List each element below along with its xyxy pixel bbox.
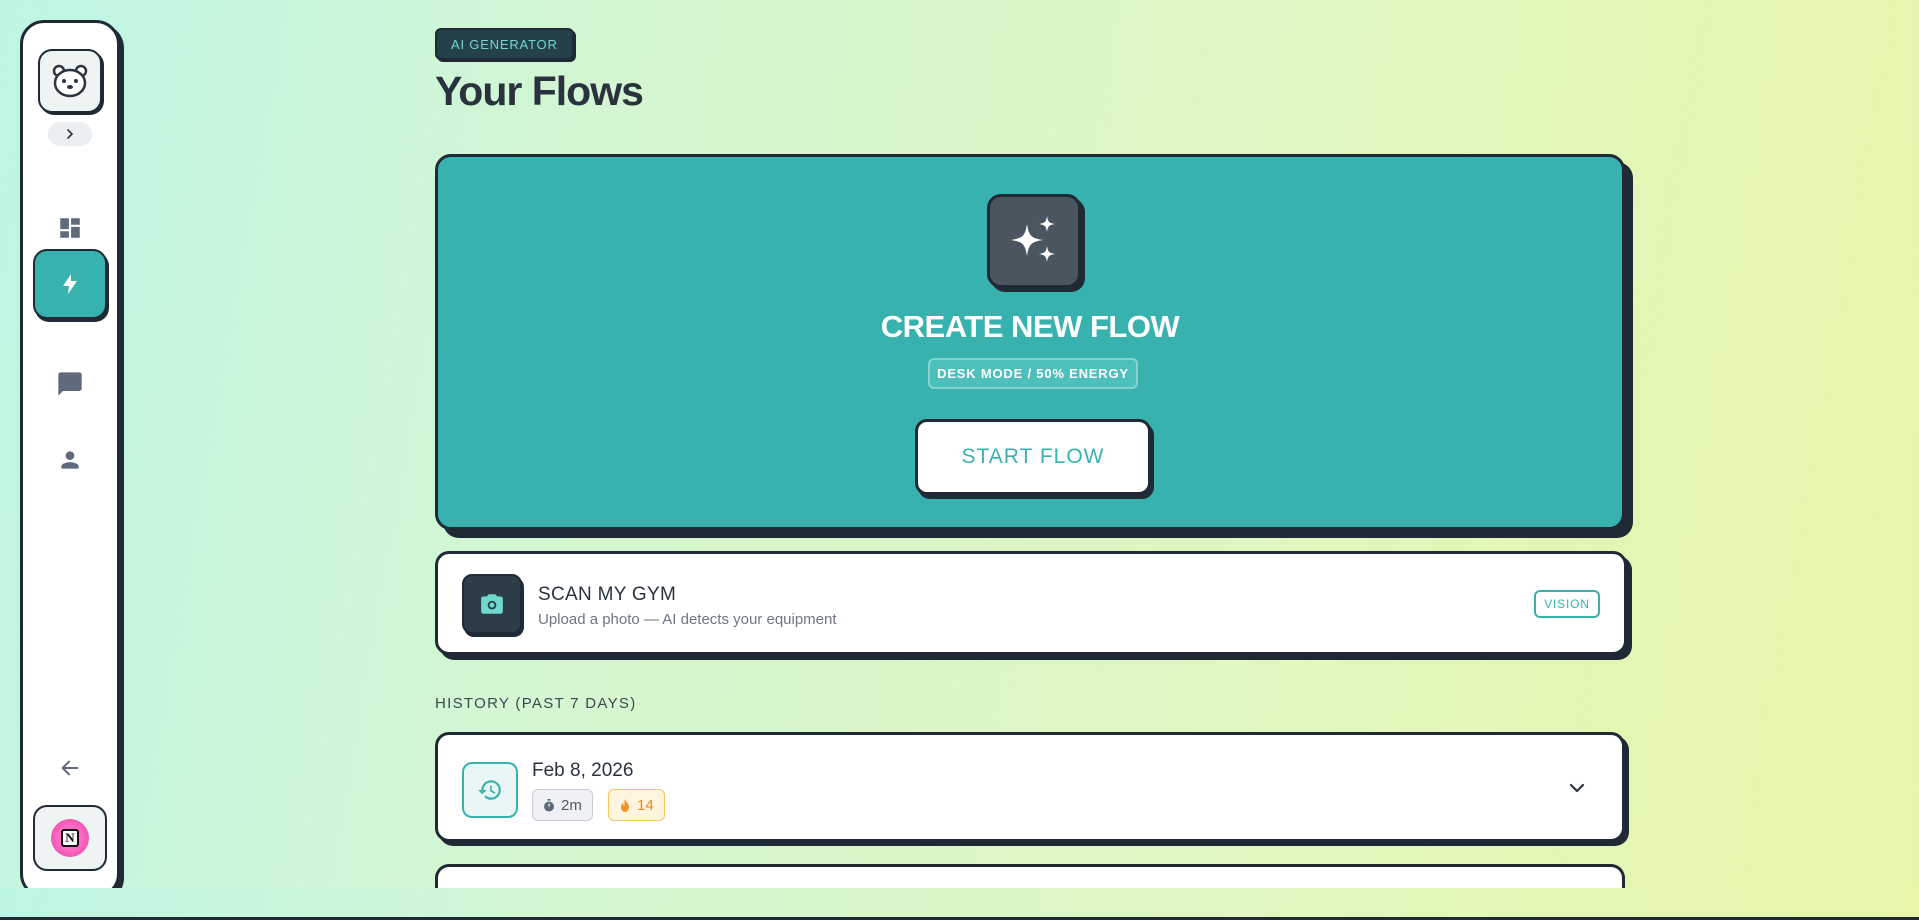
duration-value: 2m	[561, 796, 582, 814]
avatar-letter: N	[61, 829, 79, 847]
arrow-left-icon	[61, 760, 79, 776]
sidebar-expand-button[interactable]	[48, 122, 92, 146]
chevron-down-icon[interactable]	[1566, 777, 1588, 799]
duration-chip: 2m	[532, 789, 593, 821]
sparkles-icon	[1011, 216, 1055, 262]
hero-icon-box	[987, 194, 1081, 288]
chat-icon	[58, 372, 82, 396]
section-tag: AI GENERATOR	[435, 28, 574, 60]
lightning-icon	[63, 274, 77, 294]
scan-gym-subtitle: Upload a photo — AI detects your equipme…	[538, 611, 837, 628]
page-bottom-fade	[0, 888, 1919, 920]
person-icon	[61, 451, 79, 469]
start-flow-button[interactable]: START FLOW	[915, 419, 1151, 495]
stopwatch-icon	[544, 798, 554, 811]
sidebar-item-chat[interactable]	[33, 349, 107, 419]
dashboard-icon	[60, 218, 80, 238]
sidebar-item-profile[interactable]	[33, 425, 107, 495]
scan-icon-box	[462, 574, 522, 634]
collapse-back-button[interactable]	[53, 751, 87, 785]
create-flow-card: CREATE NEW FLOW DESK MODE / 50% ENERGY S…	[435, 154, 1625, 530]
camera-icon	[481, 594, 503, 614]
fire-icon	[621, 798, 629, 812]
user-avatar-button[interactable]: N	[33, 805, 107, 871]
history-icon-box	[462, 762, 518, 818]
bear-face-icon	[52, 64, 88, 98]
history-date: Feb 8, 2026	[532, 760, 634, 781]
page-title: Your Flows	[435, 68, 644, 114]
history-heading: HISTORY (PAST 7 DAYS)	[435, 695, 637, 712]
sidebar-item-flows[interactable]	[33, 249, 107, 319]
chevron-right-icon	[67, 129, 74, 139]
vision-badge: VISION	[1534, 590, 1600, 618]
calories-chip: 14	[608, 789, 665, 821]
history-item[interactable]: Feb 8, 2026 2m 14	[435, 732, 1625, 842]
history-icon	[478, 780, 501, 800]
scan-gym-card[interactable]: SCAN MY GYM Upload a photo — AI detects …	[435, 551, 1627, 655]
avatar: N	[51, 819, 89, 857]
create-flow-title: CREATE NEW FLOW	[880, 309, 1180, 344]
sidebar: N	[20, 20, 120, 898]
calories-value: 14	[637, 796, 654, 814]
mode-energy-badge: DESK MODE / 50% ENERGY	[928, 358, 1138, 389]
scan-gym-title: SCAN MY GYM	[538, 584, 677, 605]
app-logo[interactable]	[38, 49, 102, 113]
page-header: AI GENERATOR Your Flows	[435, 28, 1630, 115]
